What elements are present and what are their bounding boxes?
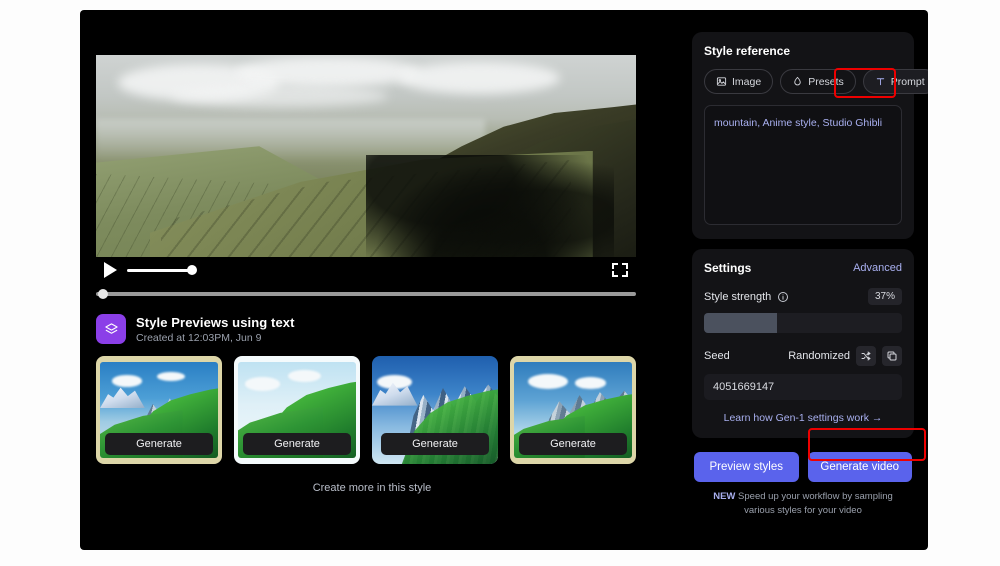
image-icon: [716, 76, 727, 87]
layers-icon: [96, 314, 126, 344]
action-buttons: Preview styles Generate video: [692, 452, 914, 482]
advanced-link[interactable]: Advanced: [853, 262, 902, 274]
video-player[interactable]: [96, 55, 636, 283]
generate-button[interactable]: Generate: [105, 433, 213, 455]
volume-knob[interactable]: [187, 265, 197, 275]
tab-image-label: Image: [732, 75, 762, 88]
settings-title: Settings: [704, 261, 752, 275]
previews-title: Style Previews using text: [136, 314, 295, 330]
generate-video-button[interactable]: Generate video: [807, 452, 912, 482]
settings-panel: Settings Advanced Style strength 37% See…: [692, 249, 914, 438]
list-item[interactable]: Generate: [510, 356, 636, 464]
create-more-link[interactable]: Create more in this style: [96, 482, 648, 494]
seed-row: Seed Randomized: [704, 346, 902, 366]
player-controls: [96, 257, 636, 283]
list-item[interactable]: Generate: [234, 356, 360, 464]
video-frame-image: [96, 55, 636, 283]
fullscreen-icon[interactable]: [612, 263, 628, 277]
tab-prompt[interactable]: Prompt: [862, 69, 928, 94]
style-reference-title: Style reference: [704, 44, 791, 58]
scrubber-handle[interactable]: [98, 289, 108, 299]
copy-icon[interactable]: [882, 346, 902, 366]
play-icon[interactable]: [104, 262, 117, 278]
tab-image[interactable]: Image: [704, 69, 774, 94]
style-preview-list: Generate Generate Generate Generate: [96, 356, 648, 464]
generate-button[interactable]: Generate: [381, 433, 489, 455]
seed-label: Seed: [704, 350, 730, 362]
generate-button[interactable]: Generate: [243, 433, 351, 455]
app-window: Style Previews using text Created at 12:…: [80, 10, 928, 550]
new-badge: NEW: [713, 491, 736, 502]
style-strength-row: Style strength 37%: [704, 288, 902, 305]
style-reference-panel: Style reference Image Presets Prompt mou…: [692, 32, 928, 239]
tab-prompt-label: Prompt: [890, 75, 925, 88]
previews-subtitle: Created at 12:03PM, Jun 9: [136, 331, 262, 344]
shuffle-icon[interactable]: [856, 346, 876, 366]
tab-presets[interactable]: Presets: [780, 69, 856, 94]
info-icon[interactable]: [777, 291, 789, 303]
style-strength-slider[interactable]: [704, 313, 902, 333]
list-item[interactable]: Generate: [96, 356, 222, 464]
style-strength-value: 37%: [867, 288, 902, 305]
list-item[interactable]: Generate: [372, 356, 498, 464]
tab-presets-label: Presets: [808, 75, 844, 88]
text-t-icon: [875, 76, 886, 87]
seed-input[interactable]: 4051669147: [704, 374, 902, 400]
droplet-icon: [792, 76, 803, 87]
volume-slider[interactable]: [127, 265, 197, 275]
previews-header: Style Previews using text Created at 12:…: [96, 314, 648, 344]
style-reference-tabs: Image Presets Prompt: [704, 69, 928, 94]
preview-styles-button[interactable]: Preview styles: [694, 452, 799, 482]
prompt-input[interactable]: mountain, Anime style, Studio Ghibli: [704, 105, 902, 225]
style-strength-label: Style strength: [704, 290, 772, 303]
timeline-scrubber[interactable]: [96, 289, 636, 299]
settings-header: Settings Advanced: [704, 261, 902, 275]
left-column: Style Previews using text Created at 12:…: [96, 55, 648, 535]
generate-button[interactable]: Generate: [519, 433, 627, 455]
seed-mode-label: Randomized: [788, 350, 850, 362]
page-root: Style Previews using text Created at 12:…: [0, 0, 1000, 566]
new-feature-note: NEW Speed up your workflow by sampling v…: [692, 490, 914, 518]
right-sidebar: Style reference Image Presets Prompt mou…: [692, 32, 928, 518]
learn-settings-link[interactable]: Learn how Gen-1 settings work →: [704, 412, 902, 424]
style-strength-fill: [704, 313, 778, 333]
new-note-text: Speed up your workflow by sampling vario…: [735, 491, 893, 516]
